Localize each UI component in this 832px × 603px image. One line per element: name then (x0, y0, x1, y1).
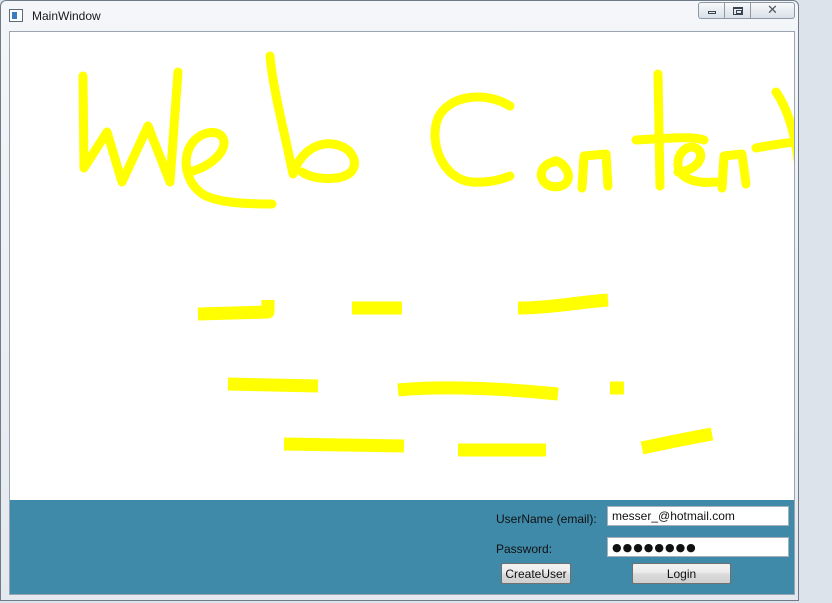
create-user-button[interactable]: CreateUser (501, 563, 571, 584)
close-button[interactable]: ✕ (751, 2, 795, 19)
maximize-icon (732, 6, 743, 15)
web-content-area[interactable] (10, 32, 794, 500)
letter-n (577, 149, 613, 193)
client-area: UserName (email): Password: CreateUser L… (9, 31, 795, 595)
minimize-icon (707, 10, 716, 14)
letter-b (265, 51, 359, 183)
caption-buttons: ✕ (698, 2, 795, 19)
username-input[interactable] (607, 506, 789, 526)
scribble-lines (197, 293, 714, 457)
password-label: Password: (496, 542, 553, 556)
letter-o (536, 156, 573, 192)
letter-w (78, 67, 183, 187)
dash-4 (227, 377, 319, 393)
dash-9 (640, 427, 714, 455)
app-window-icon (9, 9, 23, 22)
letter-n2 (717, 149, 751, 193)
dash-5 (397, 381, 559, 401)
close-icon: ✕ (767, 3, 778, 18)
login-button[interactable]: Login (632, 563, 731, 584)
minimize-button[interactable] (698, 2, 725, 19)
main-window: MainWindow ✕ UserName (email): messer_@h… (0, 0, 799, 601)
title-bar[interactable]: MainWindow ✕ (1, 1, 798, 29)
username-label: UserName (email): (496, 512, 597, 526)
letter-e (181, 128, 277, 209)
dash-7 (283, 437, 405, 453)
scribble-word-content (430, 69, 794, 193)
handwritten-web-content-sketch (78, 51, 794, 457)
dash-1 (197, 300, 275, 321)
letter-c (430, 92, 515, 187)
login-panel: UserName (email): Password: CreateUser L… (10, 500, 794, 594)
window-title: MainWindow (32, 9, 101, 23)
letter-t2 (751, 87, 794, 165)
scribble-word-web (78, 51, 359, 209)
letter-e2 (673, 142, 721, 187)
password-input[interactable] (607, 537, 789, 557)
dash-3 (517, 293, 609, 315)
maximize-button[interactable] (725, 2, 751, 19)
